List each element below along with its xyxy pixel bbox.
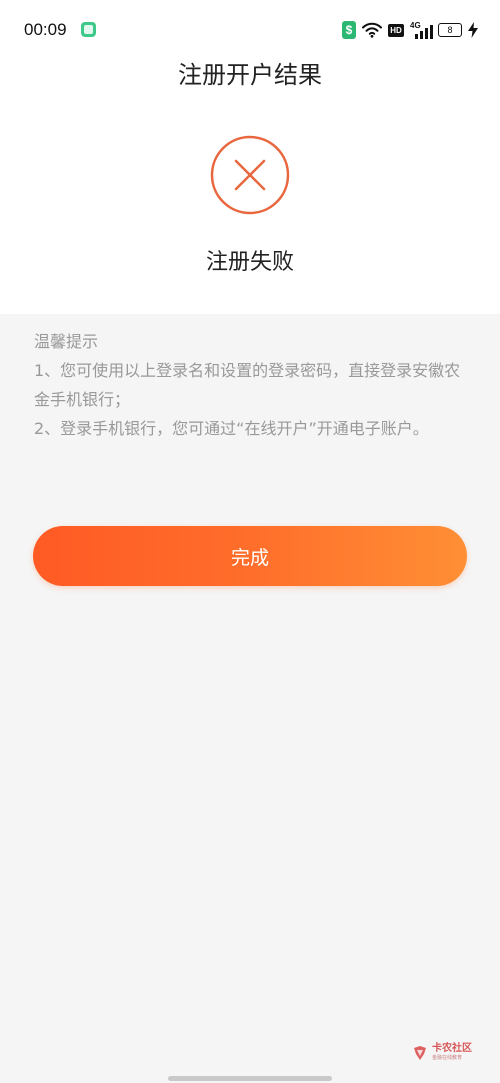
dollar-app-icon: $ <box>342 21 356 39</box>
home-indicator[interactable] <box>168 1076 332 1081</box>
page-title: 注册开户结果 <box>178 61 322 89</box>
result-status-text: 注册失败 <box>205 250 294 275</box>
charging-bolt-icon <box>468 22 478 38</box>
done-button[interactable]: 完成 <box>33 526 467 586</box>
tip-item: 1、您可使用以上登录名和设置的登录密码，直接登录安徽农金手机银行； <box>34 361 461 409</box>
watermark-subtitle: 金融在线教育 <box>432 1055 463 1061</box>
status-icons: $ HD 4G 8 <box>342 20 478 40</box>
result-card: 注册失败 <box>0 104 500 314</box>
signal-bars <box>415 25 433 39</box>
battery-icon: 8 <box>438 23 462 37</box>
watermark: 卡农社区 金融在线教育 <box>412 1044 472 1061</box>
tips-section: 温馨提示 1、您可使用以上登录名和设置的登录密码，直接登录安徽农金手机银行； 2… <box>34 327 470 443</box>
notification-app-icon <box>81 22 96 37</box>
tip-item: 2、登录手机银行，您可通过“在线开户”开通电子账户。 <box>34 419 429 438</box>
fail-icon <box>210 135 290 215</box>
hd-icon: HD <box>388 23 404 37</box>
wifi-icon <box>362 22 382 38</box>
watermark-name: 卡农社区 <box>432 1043 472 1054</box>
cellular-signal-icon: 4G <box>410 21 433 39</box>
watermark-logo-icon <box>414 1045 426 1060</box>
status-bar: 00:09 $ HD 4G 8 <box>0 0 500 58</box>
status-time: 00:09 <box>24 20 67 39</box>
page-header: 注册开户结果 <box>0 58 500 105</box>
tips-title: 温馨提示 <box>34 332 99 351</box>
